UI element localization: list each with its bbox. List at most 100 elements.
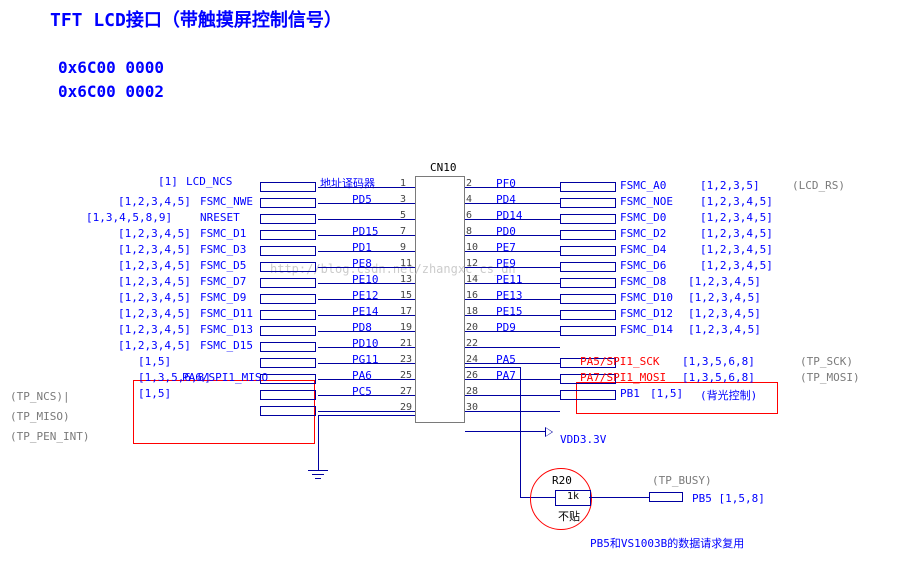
right-pinnum-26: 26 (466, 370, 478, 381)
right-extra-24: (TP_SCK) (800, 355, 853, 368)
right-pinnum-10: 10 (466, 242, 478, 253)
left-port-9 (260, 246, 316, 256)
left-signal-7: FSMC_D1 (200, 227, 246, 240)
right-port-12 (560, 262, 616, 272)
r20-note: 不贴 (558, 508, 580, 524)
right-sheets-2: [1,2,3,5] (700, 179, 760, 192)
right-sheets-20: [1,2,3,4,5] (688, 323, 761, 336)
right-signal-18: FSMC_D12 (620, 307, 673, 320)
right-port-16 (560, 294, 616, 304)
left-bus-11: [1,2,3,4,5] (118, 259, 191, 272)
right-net-10: PE7 (496, 241, 516, 254)
right-extra-28: (背光控制) (700, 387, 757, 403)
left-lcd-ncs-sheets: [1] (158, 175, 178, 188)
left-net-9: PD1 (352, 241, 372, 254)
right-pinnum-6: 6 (466, 210, 472, 221)
left-pinnum-9: 9 (400, 242, 406, 253)
right-sheets-18: [1,2,3,4,5] (688, 307, 761, 320)
right-net-6: PD14 (496, 209, 523, 222)
right-port-20 (560, 326, 616, 336)
wire-pin29-v (318, 415, 319, 470)
tp-busy-net: PB5 [1,5,8] (692, 492, 765, 505)
right-net-14: PE11 (496, 273, 523, 286)
left-pinnum-17: 17 (400, 306, 412, 317)
right-signal-20: FSMC_D14 (620, 323, 673, 336)
left-bus-9: [1,2,3,4,5] (118, 243, 191, 256)
left-port-5 (260, 214, 316, 224)
left-signal-17: FSMC_D11 (200, 307, 253, 320)
left-pinnum-25: 25 (400, 370, 412, 381)
tp-miso-label: (TP_MISO) (10, 410, 70, 423)
left-net-13: PE10 (352, 273, 379, 286)
right-sheets-24: [1,3,5,6,8] (682, 355, 755, 368)
left-lcd-ncs-signal: LCD_NCS (186, 175, 232, 188)
right-net-8: PD0 (496, 225, 516, 238)
r20-refdes: R20 (552, 474, 572, 487)
right-port-18 (560, 310, 616, 320)
left-bus-23: [1,5] (138, 355, 171, 368)
left-port-27 (260, 390, 316, 400)
left-pinnum-3: 3 (400, 194, 406, 205)
right-pinnum-18: 18 (466, 306, 478, 317)
left-bus-19: [1,2,3,4,5] (118, 323, 191, 336)
right-pinnum-8: 8 (466, 226, 472, 237)
right-port-4 (560, 198, 616, 208)
right-wire-30 (465, 411, 560, 412)
wire-pin30-h (465, 431, 545, 432)
left-signal-19: FSMC_D13 (200, 323, 253, 336)
left-net-3: PD5 (352, 193, 372, 206)
right-signal-2: FSMC_A0 (620, 179, 666, 192)
bottom-note: PB5和VS1003B的数据请求复用 (590, 535, 744, 551)
connector-refdes: CN10 (430, 161, 457, 174)
right-pinnum-14: 14 (466, 274, 478, 285)
right-pinnum-16: 16 (466, 290, 478, 301)
right-sheets-14: [1,2,3,4,5] (688, 275, 761, 288)
right-signal-14: FSMC_D8 (620, 275, 666, 288)
left-bus-27: [1,5] (138, 387, 171, 400)
right-signal-6: FSMC_D0 (620, 211, 666, 224)
right-signal-16: FSMC_D10 (620, 291, 673, 304)
right-net-2: PF0 (496, 177, 516, 190)
left-pinnum-13: 13 (400, 274, 412, 285)
r20-value: 1k (567, 491, 579, 502)
right-pinnum-30: 30 (466, 402, 478, 413)
right-wire-28 (465, 395, 560, 396)
wire-r20-out (589, 497, 649, 498)
right-pinnum-12: 12 (466, 258, 478, 269)
left-pinnum-29: 29 (400, 402, 412, 413)
right-sheets-4: [1,2,3,4,5] (700, 195, 773, 208)
left-pinnum-19: 19 (400, 322, 412, 333)
tp-ncs-label: (TP_NCS)| (10, 390, 70, 403)
right-signal-4: FSMC_NOE (620, 195, 673, 208)
left-signal-13: FSMC_D7 (200, 275, 246, 288)
wire-pin29-h (318, 415, 415, 416)
left-port-1 (260, 182, 316, 192)
left-pinnum-15: 15 (400, 290, 412, 301)
right-signal-24: PA5/SPI1_SCK (580, 355, 659, 368)
left-net-11: PE8 (352, 257, 372, 270)
left-net-23: PG11 (352, 353, 379, 366)
left-signal-21: FSMC_D15 (200, 339, 253, 352)
left-port-7 (260, 230, 316, 240)
left-port-15 (260, 294, 316, 304)
left-bus-25: [1,3,5,6,8] (138, 371, 211, 384)
tp-pen-int-label: (TP_PEN_INT) (10, 430, 89, 443)
left-port-25 (260, 374, 316, 384)
right-wire-22 (465, 347, 560, 348)
right-pinnum-22: 22 (466, 338, 478, 349)
right-sheets-12: [1,2,3,4,5] (700, 259, 773, 272)
right-port-14 (560, 278, 616, 288)
address-2: 0x6C00 0002 (58, 82, 164, 101)
right-pinnum-28: 28 (466, 386, 478, 397)
left-port-11 (260, 262, 316, 272)
right-extra-2: (LCD_RS) (792, 179, 845, 192)
right-net-26: PA7 (496, 369, 516, 382)
left-port-21 (260, 342, 316, 352)
vdd-label: VDD3.3V (560, 433, 606, 446)
left-pinnum-21: 21 (400, 338, 412, 349)
r20-body: 1k (555, 490, 591, 506)
left-signal-3: FSMC_NWE (200, 195, 253, 208)
left-pinnum-23: 23 (400, 354, 412, 365)
right-net-18: PE15 (496, 305, 523, 318)
right-port-10 (560, 246, 616, 256)
